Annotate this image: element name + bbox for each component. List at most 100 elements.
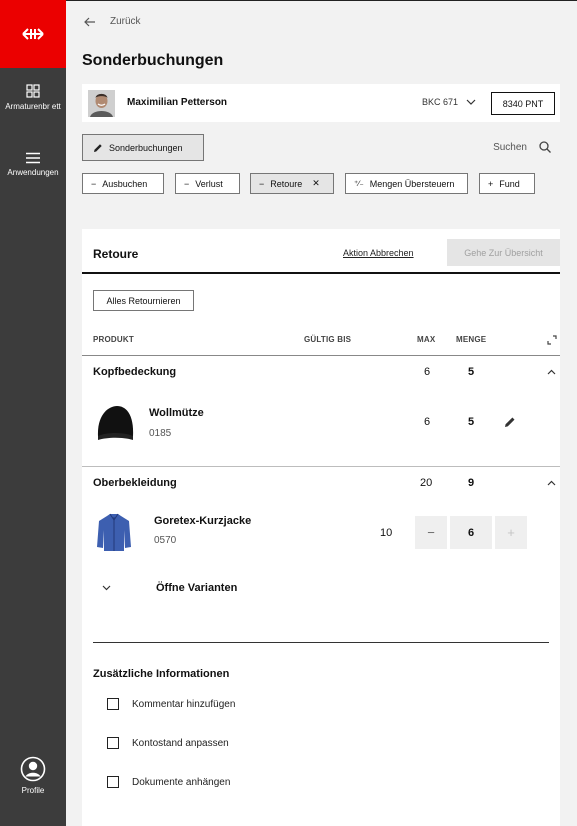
user-circle-icon: [20, 756, 46, 782]
chip-ausbuchen[interactable]: − Ausbuchen: [82, 173, 164, 194]
app-root: Armaturenbr ett Anwendungen Profile Zurü…: [0, 0, 577, 826]
checkbox-label: Kommentar hinzufügen: [132, 698, 236, 710]
beanie-icon: [97, 406, 134, 440]
tab-sonderbuchungen[interactable]: Sonderbuchungen: [82, 134, 204, 161]
top-divider: [66, 0, 577, 1]
checkbox[interactable]: [107, 737, 119, 749]
product-code: 0570: [154, 535, 177, 546]
search-button[interactable]: Suchen: [493, 141, 551, 153]
section-divider: [93, 642, 549, 643]
checkbox-attach-documents[interactable]: Dokumente anhängen: [107, 776, 230, 788]
pencil-icon: [94, 143, 102, 152]
chip-label: Ausbuchen: [102, 178, 148, 189]
column-header-product[interactable]: PRODUKT: [93, 335, 134, 344]
chip-fund[interactable]: + Fund: [479, 173, 535, 194]
panel-divider: [82, 272, 560, 274]
column-header-valid-until[interactable]: GÜLTIG BIS: [304, 335, 351, 344]
plus-icon: +: [488, 178, 494, 189]
avatar: [88, 90, 115, 117]
variants-toggle[interactable]: Öffne Varianten: [102, 582, 237, 594]
dashboard-icon: [26, 84, 40, 98]
jacket-icon: [97, 513, 131, 551]
plus-minus-icon: ⁺∕₋: [354, 179, 364, 188]
group-row-kopfbedeckung[interactable]: Kopfbedeckung 6 5: [82, 357, 560, 389]
expand-icon[interactable]: [547, 335, 557, 345]
overview-button[interactable]: Gehe Zur Übersicht: [447, 239, 560, 266]
product-max: 10: [380, 527, 393, 539]
product-code: 0185: [149, 428, 172, 439]
sidebar-item-label: Profile: [21, 786, 45, 795]
table-header-divider: [82, 355, 560, 356]
checkbox[interactable]: [107, 776, 119, 788]
group-name: Kopfbedeckung: [93, 366, 177, 378]
quantity-decrement-button[interactable]: −: [415, 516, 447, 549]
product-name: Goretex-Kurzjacke: [154, 515, 252, 527]
column-header-max[interactable]: MAX: [417, 335, 435, 344]
checkbox[interactable]: [107, 698, 119, 710]
chip-verlust[interactable]: − Verlust: [175, 173, 240, 194]
return-all-button[interactable]: Alles Retournieren: [93, 290, 194, 311]
group-qty: 9: [468, 477, 475, 489]
account-number: BKC 671: [422, 97, 459, 107]
search-icon: [539, 141, 551, 153]
chip-label: Retoure: [270, 178, 303, 189]
sidebar: Armaturenbr ett Anwendungen Profile: [0, 0, 66, 826]
variants-label: Öffne Varianten: [156, 582, 238, 594]
menu-icon: [26, 152, 40, 164]
group-name: Oberbekleidung: [93, 477, 177, 489]
chip-label: Verlust: [195, 178, 223, 189]
sidebar-item-applications[interactable]: Anwendungen: [0, 152, 66, 178]
main-content: Zurück Sonderbuchungen Maximilian Petter…: [66, 0, 577, 826]
edit-pencil-icon[interactable]: [504, 416, 516, 428]
person-photo-icon: [88, 90, 115, 117]
group-max: 6: [424, 366, 431, 378]
product-name: Wollmütze: [149, 407, 204, 419]
sbb-logo[interactable]: [0, 0, 66, 68]
product-qty: 5: [468, 416, 475, 428]
checkbox-adjust-balance[interactable]: Kontostand anpassen: [107, 737, 229, 749]
user-name: Maximilian Petterson: [127, 97, 228, 108]
column-header-quantity[interactable]: MENGE: [456, 335, 486, 344]
retoure-panel: Retoure Aktion Abbrechen Gehe Zur Übersi…: [82, 229, 560, 826]
quantity-increment-button[interactable]: +: [495, 516, 527, 549]
product-image-wollmuetze: [93, 400, 138, 442]
points-badge: 8340 PNT: [491, 92, 555, 115]
checkbox-add-comment[interactable]: Kommentar hinzufügen: [107, 698, 235, 710]
group-divider: [82, 466, 560, 467]
checkbox-label: Dokumente anhängen: [132, 776, 231, 788]
chip-label: Fund: [499, 178, 520, 189]
sidebar-item-dashboard[interactable]: Armaturenbr ett: [0, 84, 66, 112]
extra-info-title: Zusätzliche Informationen: [93, 668, 230, 680]
sidebar-item-label: Armaturenbr ett: [5, 102, 61, 111]
minus-icon: −: [184, 178, 190, 189]
panel-title: Retoure: [93, 247, 139, 261]
chevron-down-icon: [102, 585, 111, 591]
back-link[interactable]: Zurück: [84, 16, 141, 27]
quantity-stepper-value[interactable]: 6: [450, 516, 492, 549]
minus-icon: −: [91, 178, 97, 189]
page-title: Sonderbuchungen: [82, 52, 224, 69]
sidebar-item-profile[interactable]: Profile: [0, 756, 66, 796]
group-qty: 5: [468, 366, 475, 378]
chip-label: Mengen Übersteuern: [369, 178, 455, 189]
user-bar: Maximilian Petterson BKC 671 8340 PNT: [82, 84, 560, 122]
abort-action-link[interactable]: Aktion Abbrechen: [343, 248, 414, 258]
chip-retoure[interactable]: − Retoure ✕: [250, 173, 334, 194]
product-max: 6: [424, 416, 431, 428]
minus-icon: −: [259, 178, 265, 189]
account-select[interactable]: BKC 671: [422, 97, 476, 107]
sidebar-item-label: Anwendungen: [7, 168, 59, 177]
chip-mengen-uebersteuern[interactable]: ⁺∕₋ Mengen Übersteuern: [345, 173, 468, 194]
close-icon[interactable]: ✕: [312, 178, 320, 189]
arrow-left-icon: [84, 17, 95, 26]
group-row-oberbekleidung[interactable]: Oberbekleidung 20 9: [82, 468, 560, 500]
chevron-up-icon[interactable]: [547, 369, 556, 375]
chevron-down-icon: [466, 99, 476, 105]
back-label: Zurück: [110, 16, 141, 27]
tab-label: Sonderbuchungen: [109, 142, 183, 153]
chevron-up-icon[interactable]: [547, 480, 556, 486]
sbb-arrows-icon: [22, 28, 44, 40]
group-max: 20: [420, 477, 433, 489]
search-label: Suchen: [493, 141, 527, 153]
checkbox-label: Kontostand anpassen: [132, 737, 229, 749]
